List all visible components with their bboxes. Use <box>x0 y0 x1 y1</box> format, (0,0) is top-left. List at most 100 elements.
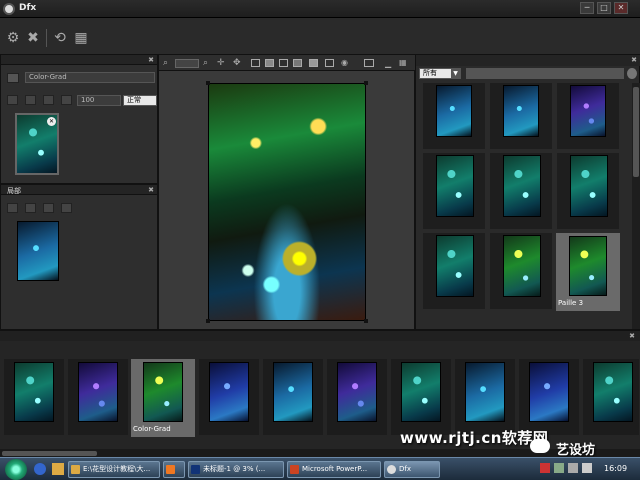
filmstrip-item[interactable] <box>583 359 639 435</box>
preset-item[interactable] <box>490 153 552 229</box>
refresh-icon[interactable]: ⟲ <box>51 29 69 47</box>
search-input[interactable] <box>466 68 624 79</box>
preset-thumbnail[interactable] <box>570 85 606 137</box>
tray-icon[interactable] <box>540 463 550 473</box>
close-tools-icon[interactable]: ✖ <box>24 29 42 47</box>
start-button[interactable] <box>5 459 27 480</box>
split-v-icon[interactable] <box>265 59 274 67</box>
filmstrip-thumbnail[interactable] <box>593 362 633 422</box>
close-icon[interactable]: ✖ <box>147 186 155 194</box>
frame-icon[interactable]: ▦ <box>72 29 90 47</box>
remove-layer-icon[interactable]: ✕ <box>47 117 56 126</box>
preset-item[interactable] <box>557 83 619 149</box>
filmstrip-item[interactable] <box>327 359 387 435</box>
zoom-icon[interactable]: ⌕ <box>163 58 168 68</box>
add-mask-icon[interactable] <box>7 203 18 213</box>
crop-handle[interactable] <box>206 81 210 85</box>
filter-name-field[interactable]: Color-Grad <box>25 72 155 83</box>
taskbar-item-powerpoint[interactable]: Microsoft PowerP... <box>287 461 381 478</box>
close-icon[interactable]: ✖ <box>628 332 636 340</box>
preset-thumbnail[interactable] <box>436 155 474 217</box>
hand-icon[interactable]: ✥ <box>233 58 241 68</box>
layer-type-icon[interactable] <box>7 73 19 83</box>
vertical-scrollbar[interactable] <box>632 83 640 329</box>
scrollbar-thumb[interactable] <box>2 451 97 456</box>
crop-handle[interactable] <box>364 319 368 323</box>
blend-mode-select[interactable]: 正常 <box>123 95 157 106</box>
filmstrip-thumbnail[interactable] <box>14 362 54 422</box>
crop-handle[interactable] <box>364 81 368 85</box>
volume-icon[interactable] <box>582 463 592 473</box>
preset-item[interactable] <box>490 83 552 149</box>
filmstrip-thumbnail[interactable] <box>465 362 505 422</box>
filmstrip-thumbnail[interactable] <box>78 362 118 422</box>
preset-item[interactable] <box>490 233 552 309</box>
clock[interactable]: 16:09 <box>604 464 627 473</box>
preset-item-selected[interactable]: Paille 3 <box>556 233 620 311</box>
minimize-view-icon[interactable]: ▁ <box>385 59 391 68</box>
preset-item[interactable] <box>423 83 485 149</box>
preset-thumbnail[interactable] <box>436 235 474 297</box>
filmstrip-thumbnail[interactable] <box>529 362 569 422</box>
filmstrip-thumbnail[interactable] <box>209 362 249 422</box>
tray-icon[interactable] <box>554 463 564 473</box>
preset-item[interactable] <box>423 233 485 309</box>
close-button[interactable]: ✕ <box>614 2 628 14</box>
scrollbar-thumb[interactable] <box>633 87 639 177</box>
mask-icon[interactable] <box>25 95 36 105</box>
taskbar-item-explorer[interactable]: E:\花型设计教程\大... <box>68 461 160 478</box>
preset-item[interactable] <box>557 153 619 229</box>
preset-thumbnail[interactable] <box>569 236 607 296</box>
folder-icon[interactable] <box>52 463 64 475</box>
opacity-field[interactable]: 100 <box>77 95 121 106</box>
filmstrip-thumbnail[interactable] <box>337 362 377 422</box>
minimize-button[interactable]: ─ <box>580 2 594 14</box>
preset-item[interactable] <box>423 153 485 229</box>
eye-icon[interactable]: ◉ <box>341 58 348 67</box>
before-icon[interactable] <box>293 59 302 67</box>
filmstrip-item[interactable] <box>263 359 323 435</box>
after-icon[interactable] <box>309 59 318 67</box>
filmstrip-thumbnail[interactable] <box>143 362 183 422</box>
filmstrip-item[interactable] <box>68 359 128 435</box>
delete-layer-icon[interactable] <box>61 95 72 105</box>
duplicate-icon[interactable] <box>43 95 54 105</box>
crop-handle[interactable] <box>206 319 210 323</box>
filmstrip-item-selected[interactable]: Color-Grad <box>131 359 195 437</box>
filmstrip-item[interactable] <box>519 359 579 435</box>
maximize-button[interactable]: □ <box>597 2 611 14</box>
new-layer-icon[interactable] <box>7 95 18 105</box>
chevron-down-icon[interactable]: ▼ <box>451 69 460 78</box>
gear-icon[interactable]: ⚙ <box>4 29 22 47</box>
compare-icon[interactable] <box>279 59 288 67</box>
layer-thumbnail[interactable]: ✕ <box>15 113 59 175</box>
preset-thumbnail[interactable] <box>436 85 472 137</box>
grid-icon[interactable] <box>325 59 334 67</box>
close-icon[interactable]: ✖ <box>147 56 155 64</box>
taskbar-item-media[interactable] <box>163 461 185 478</box>
split-h-icon[interactable] <box>251 59 260 67</box>
preset-thumbnail[interactable] <box>503 155 541 217</box>
brush-icon[interactable] <box>25 203 36 213</box>
filmstrip-item[interactable] <box>199 359 259 435</box>
filmstrip-item[interactable] <box>4 359 64 435</box>
filmstrip-thumbnail[interactable] <box>401 362 441 422</box>
taskbar-item-dfx[interactable]: Dfx <box>384 461 440 478</box>
filmstrip-item[interactable] <box>455 359 515 435</box>
main-preview-image[interactable] <box>208 83 366 321</box>
search-clear-icon[interactable] <box>627 68 637 79</box>
preset-thumbnail[interactable] <box>570 155 608 217</box>
zoom-field[interactable] <box>175 59 199 68</box>
gradient-icon[interactable] <box>43 203 54 213</box>
fit-icon[interactable]: ⌕ <box>203 58 208 68</box>
taskbar-item-photoshop[interactable]: 未标题-1 @ 3% (... <box>188 461 284 478</box>
ie-icon[interactable] <box>34 463 46 475</box>
preset-thumbnail[interactable] <box>503 235 541 297</box>
mask-thumbnail[interactable] <box>17 221 59 281</box>
close-icon[interactable]: ✖ <box>630 56 638 64</box>
filmstrip-item[interactable] <box>391 359 451 435</box>
settings-icon[interactable] <box>364 59 374 67</box>
preset-thumbnail[interactable] <box>503 85 539 137</box>
eraser-icon[interactable] <box>61 203 72 213</box>
filmstrip-thumbnail[interactable] <box>273 362 313 422</box>
